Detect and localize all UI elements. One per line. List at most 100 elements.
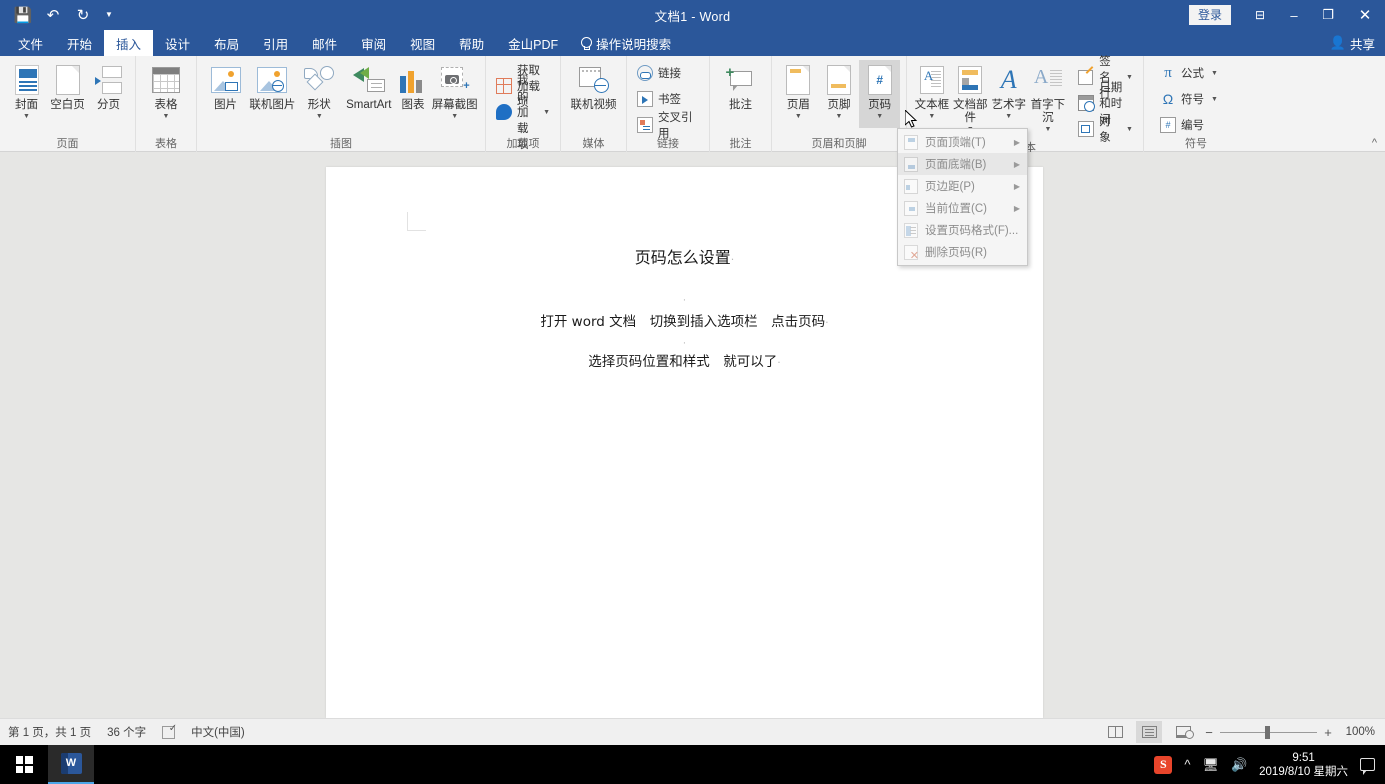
numbering-button[interactable]: # 编号 [1156,114,1208,136]
tab-home[interactable]: 开始 [55,30,104,56]
chevron-down-icon[interactable]: ▼ [836,113,843,121]
page-break-button[interactable]: 分页 [88,60,129,128]
notification-center-icon[interactable] [1360,758,1375,775]
tell-me-search-box[interactable]: 操作说明搜索 [570,30,681,56]
comment-button[interactable]: + 批注 [716,60,765,128]
volume-icon[interactable]: 🔊 [1231,757,1247,773]
windows-taskbar: W S ^ 🖥 🔊 9:51 2019/8/10 星期六 [0,745,1385,784]
smartart-button[interactable]: SmartArt [342,60,396,128]
drop-cap-button[interactable]: A 首字下沉 ▼ [1028,60,1069,134]
show-hidden-icons-chevron-up-icon[interactable]: ^ [1184,757,1190,772]
chevron-down-icon[interactable]: ▼ [1126,126,1133,133]
object-button[interactable]: 对象 ▼ [1074,116,1137,144]
chevron-down-icon[interactable]: ▼ [1211,96,1218,103]
collapse-ribbon-chevron-up-icon[interactable]: ^ [1372,137,1377,149]
chevron-down-icon[interactable]: ▼ [23,113,30,121]
tab-file[interactable]: 文件 [6,30,55,56]
word-count-status[interactable]: 36 个字 [107,724,146,740]
minimize-icon[interactable]: – [1277,0,1311,30]
restore-icon[interactable]: ❐ [1311,0,1345,30]
network-icon[interactable]: 🖥 [1202,757,1219,773]
tab-layout[interactable]: 布局 [202,30,251,56]
cover-page-button[interactable]: 封面 ▼ [6,60,47,128]
zoom-out-button[interactable]: − [1204,725,1214,740]
tab-help[interactable]: 帮助 [447,30,496,56]
quick-parts-button[interactable]: 文档部件 ▼ [951,60,990,134]
pictures-label: 图片 [214,99,238,111]
tab-review[interactable]: 审阅 [349,30,398,56]
drop-cap-label: 首字下沉 [1030,99,1066,124]
symbol-button[interactable]: Ω 符号 ▼ [1156,88,1222,110]
zoom-level-label[interactable]: 100% [1341,726,1375,738]
taskbar-clock[interactable]: 9:51 2019/8/10 星期六 [1259,751,1348,779]
header-label: 页眉 [786,99,810,111]
tab-insert[interactable]: 插入 [104,30,154,56]
header-button[interactable]: 页眉 ▼ [778,60,819,128]
share-button[interactable]: 👤 共享 [1330,30,1375,56]
menu-item-page-margins[interactable]: 页边距(P) ▶ [898,175,1027,197]
menu-item-page-top[interactable]: 页面顶端(T) ▶ [898,131,1027,153]
chevron-down-icon[interactable]: ▼ [1044,126,1051,134]
bookmark-button[interactable]: 书签 [633,88,685,110]
text-box-button[interactable]: A 文本框 ▼ [913,60,951,128]
date-time-button[interactable]: 日期和时间 [1074,82,1137,126]
close-icon[interactable]: ✕ [1345,0,1385,30]
status-bar: 第 1 页，共 1 页 36 个字 中文(中国) − + 100% [0,718,1385,745]
menu-item-remove-page-numbers[interactable]: 删除页码(R) [898,241,1027,263]
cross-reference-button[interactable]: 交叉引用 [633,112,703,140]
online-video-button[interactable]: 联机视频 [567,60,620,128]
zoom-track[interactable] [1220,725,1317,739]
equation-button[interactable]: π 公式 ▼ [1156,62,1222,84]
tab-mailings[interactable]: 邮件 [300,30,349,56]
tab-view[interactable]: 视图 [398,30,447,56]
page-number-button[interactable]: # 页码 ▼ [859,60,901,128]
footer-button[interactable]: 页脚 ▼ [819,60,860,128]
web-layout-button[interactable] [1170,721,1196,743]
paragraph-mark: · [825,316,829,329]
menu-item-format-page-numbers[interactable]: 设置页码格式(F)... [898,219,1027,241]
chevron-down-icon[interactable]: ▼ [876,113,883,121]
page-count-status[interactable]: 第 1 页，共 1 页 [8,724,91,740]
chevron-down-icon[interactable]: ▼ [1005,113,1012,121]
blank-page-button[interactable]: 空白页 [47,60,88,128]
tab-kingsoft-pdf[interactable]: 金山PDF [496,30,570,56]
chevron-down-icon[interactable]: ▼ [316,113,323,121]
chevron-down-icon[interactable]: ▼ [543,109,550,116]
link-button[interactable]: 链接 [633,62,685,84]
shapes-button[interactable]: 形状 ▼ [297,60,342,128]
table-button[interactable]: 表格 ▼ [142,60,190,128]
screenshot-button[interactable]: + 屏幕截图 ▼ [430,60,479,128]
chevron-down-icon[interactable]: ▼ [795,113,802,121]
zoom-thumb[interactable] [1265,725,1270,739]
language-status[interactable]: 中文(中国) [191,724,245,740]
picture-icon [210,64,241,96]
ribbon-display-options-icon[interactable]: ⊟ [1243,0,1277,30]
online-video-icon [578,64,609,96]
menu-item-page-bottom[interactable]: 页面底端(B) ▶ [898,153,1027,175]
read-mode-button[interactable] [1102,721,1128,743]
word-taskbar-item[interactable]: W [48,745,94,784]
chevron-down-icon[interactable]: ▼ [1211,70,1218,77]
pictures-button[interactable]: 图片 [203,60,248,128]
menu-item-page-bottom-label: 页面底端(B) [925,159,987,171]
word-art-button[interactable]: A 艺术字 ▼ [990,60,1028,128]
chevron-down-icon[interactable]: ▼ [928,113,935,121]
chevron-down-icon[interactable]: ▼ [163,113,170,121]
zoom-in-button[interactable]: + [1323,725,1333,740]
tab-references[interactable]: 引用 [251,30,300,56]
tab-design[interactable]: 设计 [153,30,202,56]
chevron-down-icon[interactable]: ▼ [451,113,458,121]
menu-item-current-position[interactable]: 当前位置(C) ▶ [898,197,1027,219]
print-layout-button[interactable] [1136,721,1162,743]
sign-in-button[interactable]: 登录 [1188,5,1231,25]
zoom-slider[interactable]: − + [1204,725,1333,740]
my-addins-button[interactable]: 我的加载项 ▼ [492,75,554,151]
ribbon-tab-bar: 文件 开始 插入 设计 布局 引用 邮件 审阅 视图 帮助 金山PDF 操作说明… [0,30,1385,56]
sogou-input-icon[interactable]: S [1154,755,1173,774]
document-canvas[interactable]: 页码怎么设置· · 打开 word 文档 切换到插入选项栏 点击页码· · 选择… [0,152,1385,718]
group-label-tables: 表格 [155,138,177,150]
chart-button[interactable]: 图表 [396,60,431,128]
start-button[interactable] [0,745,48,784]
online-pictures-button[interactable]: 联机图片 [248,60,297,128]
proofing-errors-icon[interactable] [162,723,177,739]
